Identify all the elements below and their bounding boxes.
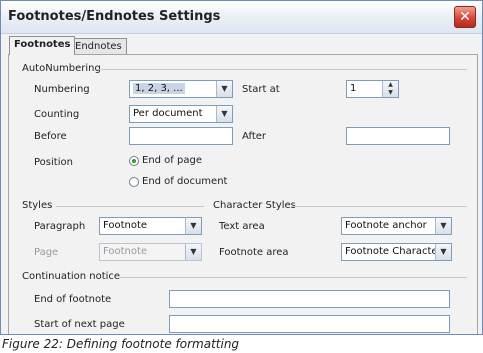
- start-of-next-page-input[interactable]: [169, 315, 450, 333]
- chevron-down-icon[interactable]: ▼: [435, 218, 451, 234]
- text-area-label: Text area: [219, 221, 265, 232]
- chevron-down-icon[interactable]: ▼: [185, 218, 201, 234]
- after-input[interactable]: [346, 127, 450, 145]
- before-label: Before: [34, 131, 67, 142]
- position-label: Position: [34, 157, 73, 168]
- spin-up-icon[interactable]: ▲: [383, 81, 398, 89]
- dialog-title: Footnotes/Endnotes Settings: [8, 9, 221, 24]
- chevron-down-icon[interactable]: ▼: [435, 244, 451, 260]
- page-style-select: Footnote ▼: [99, 243, 202, 261]
- end-of-footnote-input[interactable]: [169, 290, 450, 308]
- end-of-document-label[interactable]: End of document: [142, 176, 227, 187]
- radio-end-of-document[interactable]: [129, 177, 139, 187]
- divider: [97, 69, 467, 70]
- close-button[interactable]: ✕: [454, 6, 476, 28]
- counting-value: Per document: [133, 108, 203, 119]
- tab-footnotes[interactable]: Footnotes: [9, 36, 76, 55]
- title-bar: Footnotes/Endnotes Settings ✕: [1, 1, 482, 34]
- chevron-down-icon[interactable]: ▼: [216, 106, 232, 122]
- divider: [56, 206, 204, 207]
- counting-label: Counting: [34, 109, 80, 120]
- paragraph-label: Paragraph: [34, 221, 86, 232]
- figure-caption: Figure 22: Defining footnote formatting: [2, 337, 240, 351]
- text-area-style-value: Footnote anchor: [345, 220, 427, 231]
- footnote-area-label: Footnote area: [219, 247, 289, 258]
- paragraph-style-value: Footnote: [103, 220, 148, 231]
- counting-select[interactable]: Per document ▼: [129, 105, 233, 123]
- start-at-spinner[interactable]: 1 ▲ ▼: [346, 80, 399, 98]
- footnote-area-style-select[interactable]: Footnote Characters ▼: [341, 243, 452, 261]
- text-area-style-select[interactable]: Footnote anchor ▼: [341, 217, 452, 235]
- start-at-value: 1: [350, 83, 357, 94]
- divider: [291, 206, 467, 207]
- start-of-next-page-label: Start of next page: [34, 319, 125, 330]
- footnote-area-style-value: Footnote Characters: [345, 246, 447, 257]
- page-label: Page: [34, 247, 59, 258]
- spin-down-icon[interactable]: ▼: [383, 89, 398, 97]
- chevron-down-icon[interactable]: ▼: [216, 81, 232, 97]
- section-styles: Styles: [22, 200, 53, 211]
- after-label: After: [242, 131, 267, 142]
- numbering-value: 1, 2, 3, ...: [133, 83, 185, 94]
- section-character-styles: Character Styles: [213, 200, 296, 211]
- section-continuation-notice: Continuation notice: [22, 271, 121, 282]
- numbering-select[interactable]: 1, 2, 3, ... ▼: [129, 80, 233, 98]
- close-icon: ✕: [459, 9, 471, 25]
- start-at-label: Start at: [242, 84, 280, 95]
- spinner-buttons[interactable]: ▲ ▼: [382, 81, 398, 97]
- page-style-value: Footnote: [103, 246, 148, 257]
- before-input[interactable]: [129, 127, 233, 145]
- divider: [119, 277, 467, 278]
- end-of-footnote-label: End of footnote: [34, 294, 112, 305]
- numbering-label: Numbering: [34, 84, 90, 95]
- section-autonumbering: AutoNumbering: [22, 63, 101, 74]
- chevron-down-icon: ▼: [185, 244, 201, 260]
- tab-endnotes[interactable]: Endnotes: [70, 38, 127, 55]
- tab-panel: AutoNumbering Numbering 1, 2, 3, ... ▼ S…: [8, 54, 478, 334]
- paragraph-style-select[interactable]: Footnote ▼: [99, 217, 202, 235]
- end-of-page-label[interactable]: End of page: [142, 155, 202, 166]
- footnotes-settings-dialog: Footnotes/Endnotes Settings ✕ Footnotes …: [0, 0, 483, 335]
- radio-end-of-page[interactable]: [129, 156, 139, 166]
